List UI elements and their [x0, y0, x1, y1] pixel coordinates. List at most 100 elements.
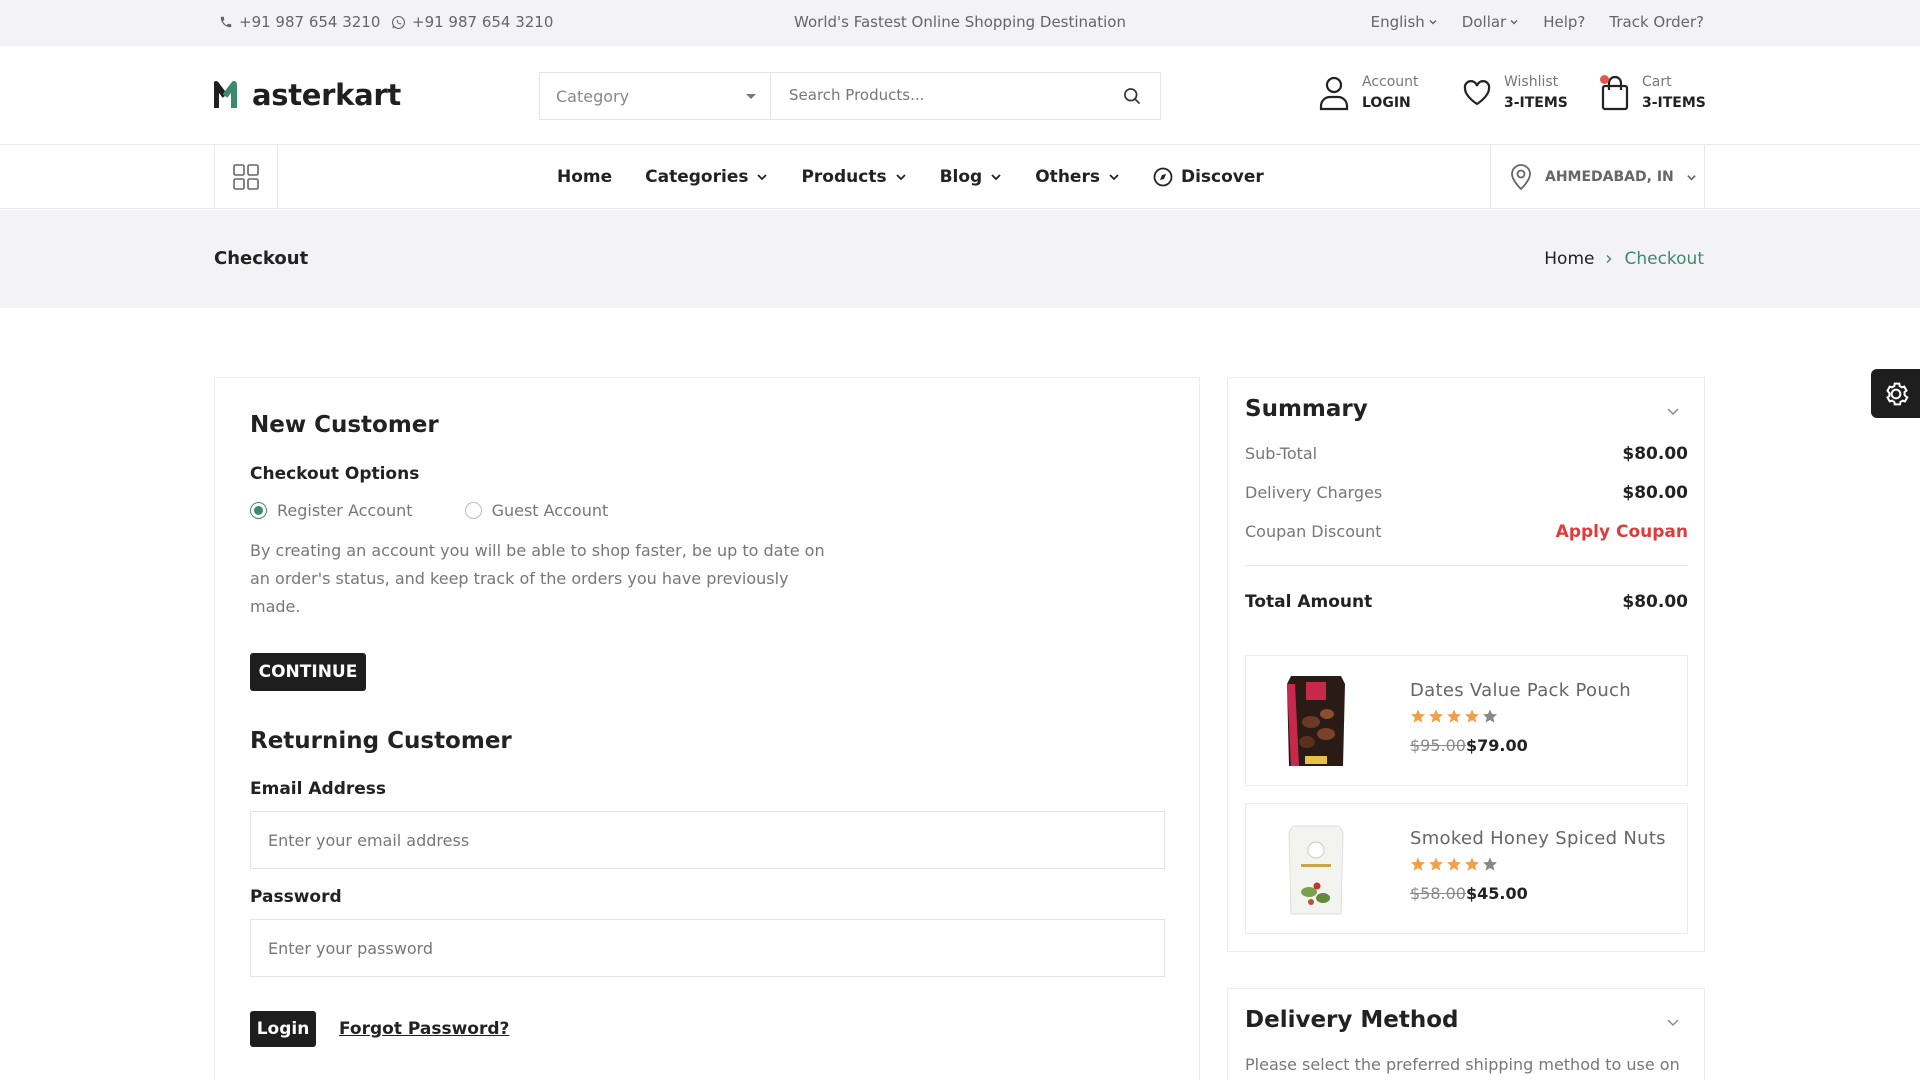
main-nav: Home Categories Products Blog Others Dis…	[0, 145, 1920, 209]
nav-products[interactable]: Products	[801, 167, 906, 187]
chevron-down-icon	[895, 174, 906, 181]
email-label: Email Address	[250, 779, 387, 799]
password-placeholder: Enter your password	[268, 939, 434, 958]
location-label: AHMEDABAD, IN	[1545, 169, 1674, 185]
logo-text: asterkart	[252, 78, 401, 112]
summary-product[interactable]: Smoked Honey Spiced Nuts $58.00$45.00	[1245, 803, 1688, 934]
delivery-method-card: Delivery Method Please select the prefer…	[1227, 988, 1705, 1080]
continue-button[interactable]: CONTINUE	[250, 653, 366, 691]
wishlist-label: Wishlist	[1504, 74, 1559, 90]
location-select[interactable]: AHMEDABAD, IN	[1490, 145, 1705, 209]
category-select[interactable]: Category	[540, 73, 771, 119]
track-order-link[interactable]: Track Order?	[1609, 13, 1704, 31]
star-filled-icon	[1447, 709, 1461, 723]
nav-discover[interactable]: Discover	[1153, 167, 1264, 187]
product-name[interactable]: Dates Value Pack Pouch	[1410, 680, 1675, 701]
product-image-smoked-nuts	[1288, 825, 1344, 915]
cart-badge-dot	[1600, 74, 1609, 84]
star-empty-icon	[1483, 857, 1497, 871]
cart-label: Cart	[1642, 74, 1672, 90]
coupon-label: Coupan Discount	[1245, 522, 1382, 541]
old-price: $95.00	[1410, 736, 1466, 755]
apply-coupon-link[interactable]: Apply Coupan	[1556, 522, 1688, 542]
chevron-right-icon	[1606, 255, 1612, 263]
chevron-down-icon	[1686, 174, 1696, 181]
breadcrumb: Home Checkout	[1544, 249, 1704, 269]
chevron-down-icon	[757, 174, 768, 181]
guest-radio[interactable]	[464, 502, 482, 519]
settings-button[interactable]	[1871, 369, 1920, 418]
logo[interactable]: asterkart	[214, 78, 401, 112]
nav-others[interactable]: Others	[1035, 167, 1120, 187]
currency-select[interactable]: Dollar	[1462, 13, 1519, 31]
star-filled-icon	[1429, 709, 1443, 723]
delivery-charges-row: Delivery Charges $80.00	[1245, 483, 1688, 503]
language-select[interactable]: English	[1371, 13, 1438, 31]
account-label: Account	[1362, 74, 1419, 90]
email-field[interactable]: Enter your email address	[250, 811, 1165, 869]
rating-stars	[1410, 708, 1498, 724]
help-link[interactable]: Help?	[1543, 13, 1585, 31]
delivery-method-title: Delivery Method	[1245, 1007, 1459, 1033]
breadcrumb-band: Checkout Home Checkout	[0, 210, 1920, 308]
delivery-label: Delivery Charges	[1245, 483, 1383, 502]
new-price: $79.00	[1465, 736, 1528, 755]
header: asterkart Category Search Products... Ac…	[0, 46, 1920, 145]
password-label: Password	[250, 887, 342, 907]
account-link[interactable]: Account LOGIN	[1318, 74, 1419, 111]
cart-value: 3-ITEMS	[1642, 95, 1706, 111]
delivery-value: $80.00	[1622, 483, 1688, 503]
product-name[interactable]: Smoked Honey Spiced Nuts	[1410, 828, 1675, 849]
nav-products-label: Products	[801, 167, 887, 187]
register-radio[interactable]	[250, 502, 267, 519]
location-pin-icon	[1511, 164, 1531, 191]
heart-icon	[1463, 79, 1491, 105]
grid-icon	[233, 164, 259, 190]
account-value: LOGIN	[1362, 95, 1411, 111]
product-price: $95.00$79.00	[1410, 736, 1528, 755]
search-input[interactable]: Search Products...	[771, 73, 1160, 119]
old-price: $58.00	[1410, 884, 1466, 903]
divider	[1245, 565, 1688, 566]
returning-customer-title: Returning Customer	[250, 728, 512, 754]
star-filled-icon	[1465, 857, 1479, 871]
checkout-options-label: Checkout Options	[250, 464, 420, 484]
star-filled-icon	[1447, 857, 1461, 871]
top-bar: +91 987 654 3210 +91 987 654 3210 World'…	[0, 0, 1920, 46]
new-price: $45.00	[1465, 884, 1528, 903]
search-icon[interactable]	[1122, 86, 1142, 106]
nav-categories[interactable]: Categories	[645, 167, 768, 187]
user-icon	[1319, 76, 1349, 110]
nav-others-label: Others	[1035, 167, 1100, 187]
summary-card: Summary Sub-Total $80.00 Delivery Charges…	[1227, 377, 1705, 952]
chevron-down-icon	[1429, 20, 1437, 25]
language-label: English	[1370, 13, 1425, 31]
grid-menu-button[interactable]	[214, 145, 278, 209]
cart-link[interactable]: Cart 3-ITEMS	[1600, 74, 1706, 111]
cart-icon-wrap	[1600, 74, 1630, 111]
chevron-down-icon	[1109, 174, 1119, 181]
category-placeholder: Category	[556, 87, 630, 106]
nav-home[interactable]: Home	[557, 167, 612, 187]
delivery-method-text: Please select the preferred shipping met…	[1245, 1055, 1680, 1074]
guest-account-option[interactable]: Guest Account	[464, 501, 608, 520]
subtotal-label: Sub-Total	[1245, 444, 1318, 463]
register-account-option[interactable]: Register Account	[250, 501, 413, 520]
search-bar: Category Search Products...	[539, 72, 1161, 120]
login-button[interactable]: Login	[250, 1011, 316, 1047]
breadcrumb-home[interactable]: Home	[1544, 249, 1594, 269]
currency-label: Dollar	[1461, 13, 1507, 31]
coupon-row: Coupan Discount Apply Coupan	[1245, 522, 1688, 542]
summary-product[interactable]: Dates Value Pack Pouch $95.00$79.00	[1245, 655, 1688, 786]
checkout-login-card: New Customer Checkout Options Register A…	[214, 377, 1200, 1080]
forgot-password-link[interactable]: Forgot Password?	[339, 1019, 509, 1039]
chevron-down-icon[interactable]	[1666, 1015, 1680, 1029]
register-label: Register Account	[277, 501, 413, 520]
wishlist-link[interactable]: Wishlist 3-ITEMS	[1462, 74, 1568, 111]
logo-mark	[214, 81, 237, 108]
nav-blog[interactable]: Blog	[940, 167, 1003, 187]
chevron-down-icon[interactable]	[1666, 404, 1680, 418]
password-field[interactable]: Enter your password	[250, 919, 1165, 977]
star-filled-icon	[1411, 857, 1425, 871]
breadcrumb-current: Checkout	[1624, 249, 1704, 269]
